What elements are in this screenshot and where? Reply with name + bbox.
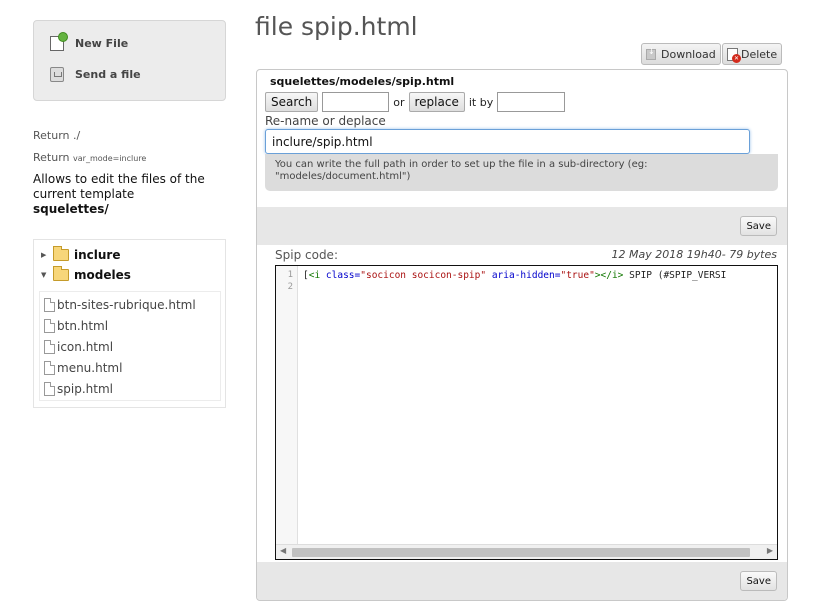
scroll-right-icon[interactable]: ▶ bbox=[767, 546, 773, 555]
search-replace-row: Search or replace it by bbox=[265, 92, 566, 112]
file-actions-box: New File Send a file bbox=[33, 20, 226, 101]
return-target: var_mode=inclure bbox=[73, 154, 147, 163]
line-number: 1 bbox=[287, 270, 293, 280]
caret-down-icon: ▼ bbox=[41, 271, 47, 279]
file-label: btn-sites-rubrique.html bbox=[57, 298, 196, 312]
code-editor[interactable]: 1 2 [<i class="socicon socicon-spip" ari… bbox=[275, 265, 778, 560]
new-file-link[interactable]: New File bbox=[50, 32, 129, 51]
file-icon bbox=[44, 361, 55, 375]
file-meta: 12 May 2018 19h40- 79 bytes bbox=[611, 248, 777, 261]
line-gutter: 1 2 bbox=[276, 266, 298, 544]
save-bar-top: Save bbox=[257, 207, 787, 245]
rename-label: Re-name or deplace bbox=[265, 114, 386, 128]
code-line-1: [<i class="socicon socicon-spip" aria-hi… bbox=[303, 270, 726, 281]
file-icon bbox=[44, 382, 55, 396]
file-item[interactable]: btn-sites-rubrique.html bbox=[44, 298, 196, 312]
upload-icon bbox=[50, 67, 64, 82]
folder-icon bbox=[53, 246, 69, 261]
page-title: file spip.html bbox=[255, 12, 418, 41]
file-item[interactable]: btn.html bbox=[44, 319, 108, 333]
return-target: ./ bbox=[73, 129, 81, 142]
send-file-link[interactable]: Send a file bbox=[50, 67, 141, 82]
horizontal-scrollbar[interactable]: ◀ ▶ bbox=[276, 544, 777, 559]
file-label: spip.html bbox=[57, 382, 113, 396]
return-prefix: Return bbox=[33, 151, 70, 164]
folder-inclure[interactable]: ▶ inclure bbox=[41, 246, 121, 262]
download-button[interactable]: Download bbox=[641, 43, 721, 65]
file-item[interactable]: menu.html bbox=[44, 361, 122, 375]
file-tree: ▶ inclure ▼ modeles btn-sites-rubrique.h… bbox=[33, 239, 226, 408]
code-token: SPIP (#SPIP_VERSI bbox=[623, 270, 727, 281]
folder-label: modeles bbox=[74, 268, 131, 282]
file-icon bbox=[44, 298, 55, 312]
file-label: btn.html bbox=[57, 319, 109, 333]
caret-right-icon: ▶ bbox=[41, 251, 47, 259]
replace-button[interactable]: replace bbox=[408, 92, 465, 112]
delete-label: Delete bbox=[741, 47, 778, 61]
rename-hint: You can write the full path in order to … bbox=[265, 154, 778, 191]
folder-modeles[interactable]: ▼ modeles bbox=[41, 266, 131, 282]
file-item-selected[interactable]: spip.html bbox=[44, 382, 113, 396]
editor-panel: squelettes/modeles/spip.html Search or r… bbox=[256, 69, 788, 601]
return-link-var-mode[interactable]: Return var_mode=inclure bbox=[33, 151, 146, 164]
new-file-label: New File bbox=[75, 37, 129, 50]
file-icon bbox=[44, 319, 55, 333]
search-button[interactable]: Search bbox=[265, 92, 319, 112]
template-intro: Allows to edit the files of the current … bbox=[33, 172, 223, 217]
delete-icon bbox=[727, 47, 741, 63]
template-name: squelettes/ bbox=[33, 202, 109, 216]
intro-text: Allows to edit the files of the current … bbox=[33, 172, 205, 201]
download-label: Download bbox=[661, 47, 716, 61]
file-item[interactable]: icon.html bbox=[44, 340, 113, 354]
code-label: Spip code: bbox=[275, 248, 338, 262]
delete-button[interactable]: Delete bbox=[722, 43, 783, 65]
save-button-bottom[interactable]: Save bbox=[740, 571, 777, 591]
return-link-root[interactable]: Return ./ bbox=[33, 129, 80, 142]
file-path: squelettes/modeles/spip.html bbox=[270, 75, 455, 88]
or-label: or bbox=[393, 95, 405, 109]
search-input[interactable] bbox=[322, 92, 390, 112]
rename-input[interactable] bbox=[265, 129, 750, 154]
new-file-icon bbox=[50, 32, 68, 51]
download-icon bbox=[646, 47, 656, 60]
return-prefix: Return bbox=[33, 129, 70, 142]
file-label: menu.html bbox=[57, 361, 123, 375]
code-token: ></i> bbox=[594, 270, 624, 281]
send-file-label: Send a file bbox=[75, 68, 141, 81]
code-token: <i bbox=[308, 270, 321, 281]
scrollbar-thumb[interactable] bbox=[292, 548, 750, 557]
save-button-top[interactable]: Save bbox=[740, 216, 777, 236]
code-token: "true" bbox=[560, 270, 595, 281]
file-icon bbox=[44, 340, 55, 354]
folder-label: inclure bbox=[74, 248, 121, 262]
code-token: "socicon socicon-spip" bbox=[360, 270, 487, 281]
file-list: btn-sites-rubrique.html btn.html icon.ht… bbox=[39, 291, 221, 401]
code-token: class= bbox=[325, 270, 361, 281]
scroll-left-icon[interactable]: ◀ bbox=[280, 546, 286, 555]
replace-input[interactable] bbox=[497, 92, 566, 112]
folder-icon bbox=[53, 266, 69, 281]
code-token: aria-hidden= bbox=[491, 270, 561, 281]
save-bar-bottom: Save bbox=[257, 562, 787, 600]
file-label: icon.html bbox=[57, 340, 114, 354]
it-by-label: it by bbox=[468, 95, 494, 109]
line-number: 2 bbox=[287, 282, 293, 292]
